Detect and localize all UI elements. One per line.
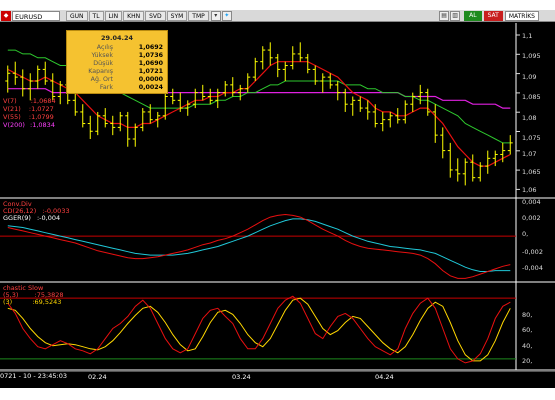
y-tick-stoch-2: 40, <box>522 342 533 350</box>
y-tick-stoch-0: 80, <box>522 311 533 319</box>
legend-value: :1,0799 <box>28 113 54 121</box>
stoch-k-line <box>7 295 511 364</box>
legend-value: :69,5243 <box>32 298 62 306</box>
y-tick-main-0: 1,1 <box>522 32 533 40</box>
y-tick-main-3: 1,085 <box>522 93 541 101</box>
tooltip-key: Açılış <box>96 44 113 51</box>
tooltip-row-diff: Fark 0,0024 <box>67 84 167 92</box>
y-tick-macd-2: 0, <box>522 230 529 238</box>
tooltip-row-avg: Ağ. Ort 0,0000 <box>67 76 167 84</box>
date-label-2: 03.24 <box>232 373 251 381</box>
legend-value: :1,0834 <box>30 121 55 129</box>
tooltip-row-open: Açılış 1,0692 <box>67 44 167 52</box>
tooltip-value: 0,0000 <box>138 76 163 83</box>
stoch-legend-2: (3) :69,5243 <box>3 299 61 306</box>
y-tick-main-7: 1,065 <box>522 168 541 176</box>
status-text: 0721 - 10 - 23:45:03 <box>0 372 67 380</box>
y-tick-macd-0: 0,004 <box>522 198 541 206</box>
macd-legend-2: GGER(9) :-0,004 <box>3 215 60 222</box>
legend-value: :1,0727 <box>28 105 54 113</box>
date-label-3: 04.24 <box>375 373 394 381</box>
tooltip-value: 1,0692 <box>138 44 163 51</box>
legend-value: :1,0684 <box>30 97 56 105</box>
y-tick-main-4: 1,08 <box>522 114 537 122</box>
tooltip-key: Ağ. Ort <box>90 76 113 83</box>
tooltip-key: Yüksek <box>91 52 113 59</box>
legend-label: V(55) <box>3 113 21 121</box>
tooltip-key: Kapanış <box>88 68 113 75</box>
tooltip-key: Fark <box>99 84 113 91</box>
y-tick-main-6: 1,07 <box>522 150 537 158</box>
y-tick-stoch-3: 20, <box>522 357 533 365</box>
legend-label: GGER(9) <box>3 214 31 222</box>
y-tick-macd-3: -0,002 <box>522 248 543 256</box>
y-tick-macd-4: -0,004 <box>522 264 543 272</box>
y-tick-main-8: 1,06 <box>522 186 537 194</box>
y-tick-macd-1: 0,002 <box>522 214 541 222</box>
tooltip-date: 29.04.24 <box>100 34 134 42</box>
legend-value: :-0,004 <box>36 214 61 222</box>
y-tick-main-2: 1,09 <box>522 73 537 81</box>
tooltip-row-close: Kapanış 1,0721 <box>67 68 167 76</box>
ma-legend-3: V(55) :1,0799 <box>3 114 54 121</box>
ma-legend-1: V(7) :1,0684 <box>3 98 56 105</box>
price-info-tooltip: 29.04.24 Açılış 1,0692 Yüksek 1,0736 Düşük… <box>66 30 168 94</box>
tooltip-key: Düşük <box>93 60 113 67</box>
tooltip-value: 1,0690 <box>138 60 163 67</box>
macd-line <box>7 213 511 279</box>
tooltip-row-high: Yüksek 1,0736 <box>67 52 167 60</box>
tooltip-row-low: Düşük 1,0690 <box>67 60 167 68</box>
y-tick-main-1: 1,095 <box>522 52 541 60</box>
tooltip-value: 1,0736 <box>138 52 163 59</box>
legend-label: (3) <box>3 298 13 306</box>
ma-legend-4: V(200) :1,0834 <box>3 122 55 129</box>
date-label-1: 02.24 <box>88 373 107 381</box>
legend-label: V(200) <box>3 121 25 129</box>
legend-label: V(21) <box>3 105 21 113</box>
y-tick-stoch-1: 60, <box>522 326 533 334</box>
time-axis-bar <box>0 371 555 381</box>
tooltip-value: 0,0024 <box>138 84 163 91</box>
tooltip-value: 1,0721 <box>138 68 163 75</box>
ma-legend-2: V(21) :1,0727 <box>3 106 54 113</box>
legend-label: V(7) <box>3 97 17 105</box>
y-tick-main-5: 1,075 <box>522 134 541 142</box>
